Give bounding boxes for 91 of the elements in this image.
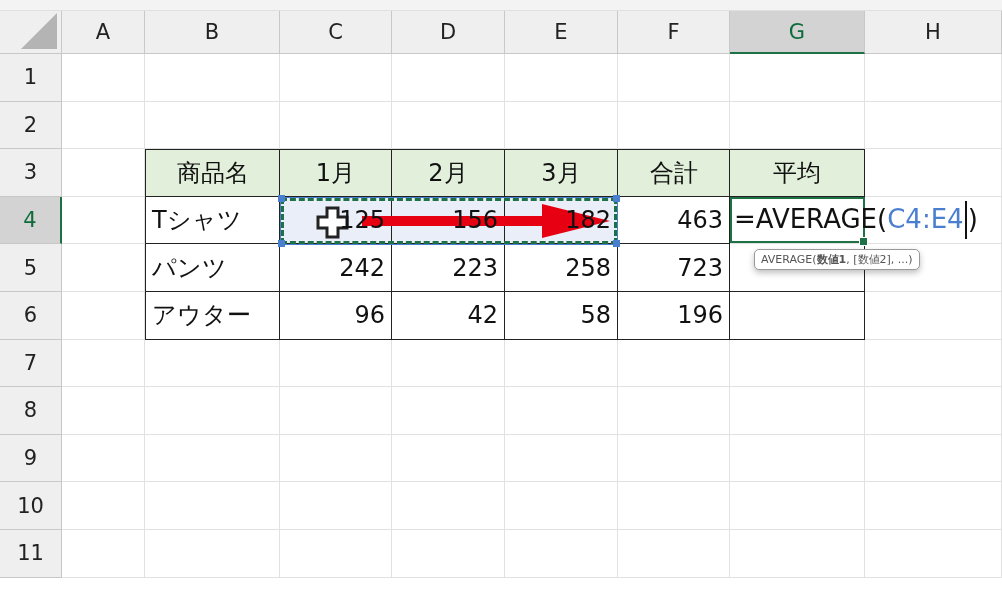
table-cell: 723 — [618, 244, 730, 292]
worksheet-cell[interactable] — [145, 529, 280, 578]
row-header[interactable]: 5 — [0, 244, 62, 292]
row-header[interactable]: 11 — [0, 529, 62, 578]
worksheet-cell[interactable] — [618, 482, 730, 530]
worksheet-cell[interactable] — [730, 54, 865, 102]
worksheet-cell[interactable] — [280, 529, 392, 578]
worksheet-cell[interactable] — [280, 339, 392, 388]
worksheet-cell[interactable] — [730, 434, 865, 483]
worksheet-cell[interactable] — [392, 434, 505, 483]
column-header[interactable]: C — [280, 11, 392, 54]
column-header[interactable]: A — [62, 11, 145, 54]
worksheet-cell[interactable] — [392, 339, 505, 388]
worksheet-cell[interactable] — [865, 339, 1002, 388]
worksheet-cell[interactable] — [730, 529, 865, 578]
row-header[interactable]: 10 — [0, 482, 62, 530]
column-heading: 1月 — [280, 149, 392, 197]
table-cell: 96 — [280, 291, 392, 340]
table-cell: 42 — [392, 291, 505, 340]
column-heading: 商品名 — [145, 149, 280, 197]
worksheet-cell[interactable] — [62, 54, 145, 102]
worksheet-cell[interactable] — [145, 54, 280, 102]
worksheet-cell[interactable] — [392, 482, 505, 530]
column-header[interactable]: E — [505, 11, 618, 54]
worksheet-cell[interactable] — [865, 291, 1002, 340]
column-header[interactable]: G — [730, 11, 865, 54]
worksheet-cell[interactable] — [62, 482, 145, 530]
row-header[interactable]: 3 — [0, 149, 62, 197]
worksheet-cell[interactable] — [618, 529, 730, 578]
worksheet-cell[interactable] — [280, 54, 392, 102]
table-cell: 463 — [618, 196, 730, 245]
worksheet-cell[interactable] — [865, 529, 1002, 578]
row-header[interactable]: 9 — [0, 434, 62, 483]
worksheet-cell[interactable] — [392, 54, 505, 102]
worksheet-cell[interactable] — [392, 387, 505, 435]
table-cell: 242 — [280, 244, 392, 292]
table-cell: 258 — [505, 244, 618, 292]
row-header[interactable]: 4 — [0, 196, 62, 245]
column-heading: 3月 — [505, 149, 618, 197]
row-header[interactable]: 1 — [0, 54, 62, 102]
worksheet-cell[interactable] — [730, 339, 865, 388]
select-all-icon[interactable] — [21, 13, 57, 49]
worksheet-cell[interactable] — [618, 387, 730, 435]
worksheet-cell[interactable] — [865, 434, 1002, 483]
worksheet-cell[interactable] — [865, 387, 1002, 435]
worksheet-cell[interactable] — [280, 482, 392, 530]
row-header[interactable]: 7 — [0, 339, 62, 388]
worksheet-cell[interactable] — [730, 482, 865, 530]
worksheet-cell[interactable] — [618, 434, 730, 483]
table-cell: 196 — [618, 291, 730, 340]
worksheet-cell[interactable] — [505, 387, 618, 435]
table-cell: パンツ — [145, 244, 280, 292]
worksheet-cell[interactable] — [618, 339, 730, 388]
worksheet-cell[interactable] — [505, 482, 618, 530]
worksheet-cell[interactable] — [145, 387, 280, 435]
worksheet-cell[interactable] — [865, 149, 1002, 197]
worksheet-cell[interactable] — [618, 54, 730, 102]
column-header[interactable]: B — [145, 11, 280, 54]
worksheet-cell[interactable] — [145, 339, 280, 388]
worksheet-cell[interactable] — [62, 529, 145, 578]
column-heading: 平均 — [730, 149, 865, 197]
worksheet-cell[interactable] — [62, 434, 145, 483]
table-cell: 223 — [392, 244, 505, 292]
worksheet-cell[interactable] — [62, 101, 145, 150]
worksheet-cell[interactable] — [505, 339, 618, 388]
column-header[interactable]: D — [392, 11, 505, 54]
worksheet-cell[interactable] — [865, 101, 1002, 150]
worksheet-cell[interactable] — [865, 54, 1002, 102]
worksheet-cell[interactable] — [730, 387, 865, 435]
worksheet-cell[interactable] — [392, 529, 505, 578]
worksheet-cell[interactable] — [280, 434, 392, 483]
table-cell: アウター — [145, 291, 280, 340]
worksheet-cell[interactable] — [62, 387, 145, 435]
table-cell: Tシャツ — [145, 196, 280, 245]
worksheet-cell[interactable] — [280, 387, 392, 435]
worksheet-cell[interactable] — [145, 434, 280, 483]
worksheet-cell[interactable] — [62, 339, 145, 388]
row-header[interactable]: 6 — [0, 291, 62, 340]
worksheet-cell[interactable] — [505, 529, 618, 578]
table-cell: 58 — [505, 291, 618, 340]
function-tooltip: AVERAGE(数値1, [数値2], ...) — [754, 249, 920, 270]
worksheet-cell[interactable] — [145, 482, 280, 530]
column-heading: 合計 — [618, 149, 730, 197]
row-header[interactable]: 2 — [0, 101, 62, 150]
worksheet-cell[interactable] — [865, 482, 1002, 530]
column-header[interactable]: F — [618, 11, 730, 54]
row-header[interactable]: 8 — [0, 387, 62, 435]
column-heading: 2月 — [392, 149, 505, 197]
worksheet-cell[interactable] — [505, 434, 618, 483]
worksheet-cell[interactable] — [505, 54, 618, 102]
column-header[interactable]: H — [865, 11, 1002, 54]
